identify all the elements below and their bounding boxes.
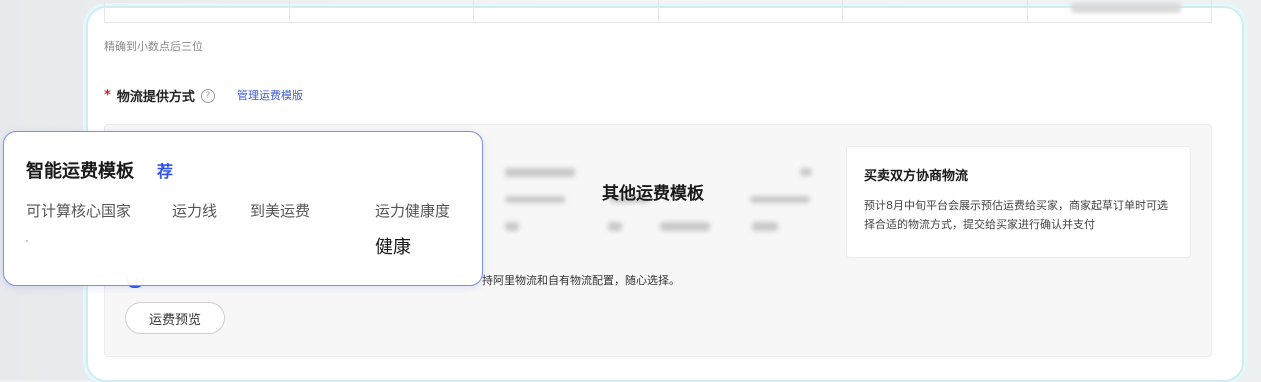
precision-hint: 精确到小数点后三位: [104, 40, 203, 53]
column-header-us-freight: 到美运费: [250, 202, 311, 220]
capacity-health-value: 健康: [375, 237, 411, 258]
negotiated-logistics-card[interactable]: 买卖双方协商物流 预计8月中旬平台会展示预估运费给买家，商家起草订单时可选择合适…: [846, 146, 1191, 258]
table-cell: [105, 0, 290, 22]
smart-template-title: 智能运费模板: [26, 161, 134, 182]
negotiated-description: 预计8月中旬平台会展示预估运费给买家，商家起草订单时可选择合适的物流方式，提交给…: [864, 199, 1168, 231]
column-header-capacity-line: 运力线: [172, 202, 218, 220]
required-mark: *: [104, 88, 111, 103]
column-header-countries: 可计算核心国家: [26, 202, 132, 220]
option-description: 持阿里物流和自有物流配置，随心选择。: [482, 274, 680, 287]
logistics-label-text: 物流提供方式: [116, 90, 195, 105]
recommend-badge: 荐: [157, 162, 174, 181]
table-cell: [1028, 0, 1212, 22]
smart-template-card[interactable]: 智能运费模板 荐 可计算核心国家 运力线 到美运费 运力健康度 健康: [3, 131, 483, 286]
manage-template-link[interactable]: 管理运费模版: [237, 87, 303, 103]
table-cell: [659, 0, 843, 22]
blurred-text: [1071, 3, 1181, 13]
price-table-bottom: [104, 0, 1212, 23]
other-template-title: 其他运费模板: [602, 184, 704, 204]
column-header-capacity-health: 运力健康度: [375, 202, 451, 220]
table-cell: [843, 0, 1028, 22]
table-cell: [290, 0, 474, 22]
logistics-field-label: * 物流提供方式 ?: [104, 86, 215, 105]
negotiated-title: 买卖双方协商物流: [864, 169, 969, 184]
shipping-preview-button[interactable]: 运费预览: [125, 302, 225, 334]
divider-dot: [26, 240, 28, 242]
question-circle-icon[interactable]: ?: [200, 88, 215, 103]
table-cell: [474, 0, 659, 22]
